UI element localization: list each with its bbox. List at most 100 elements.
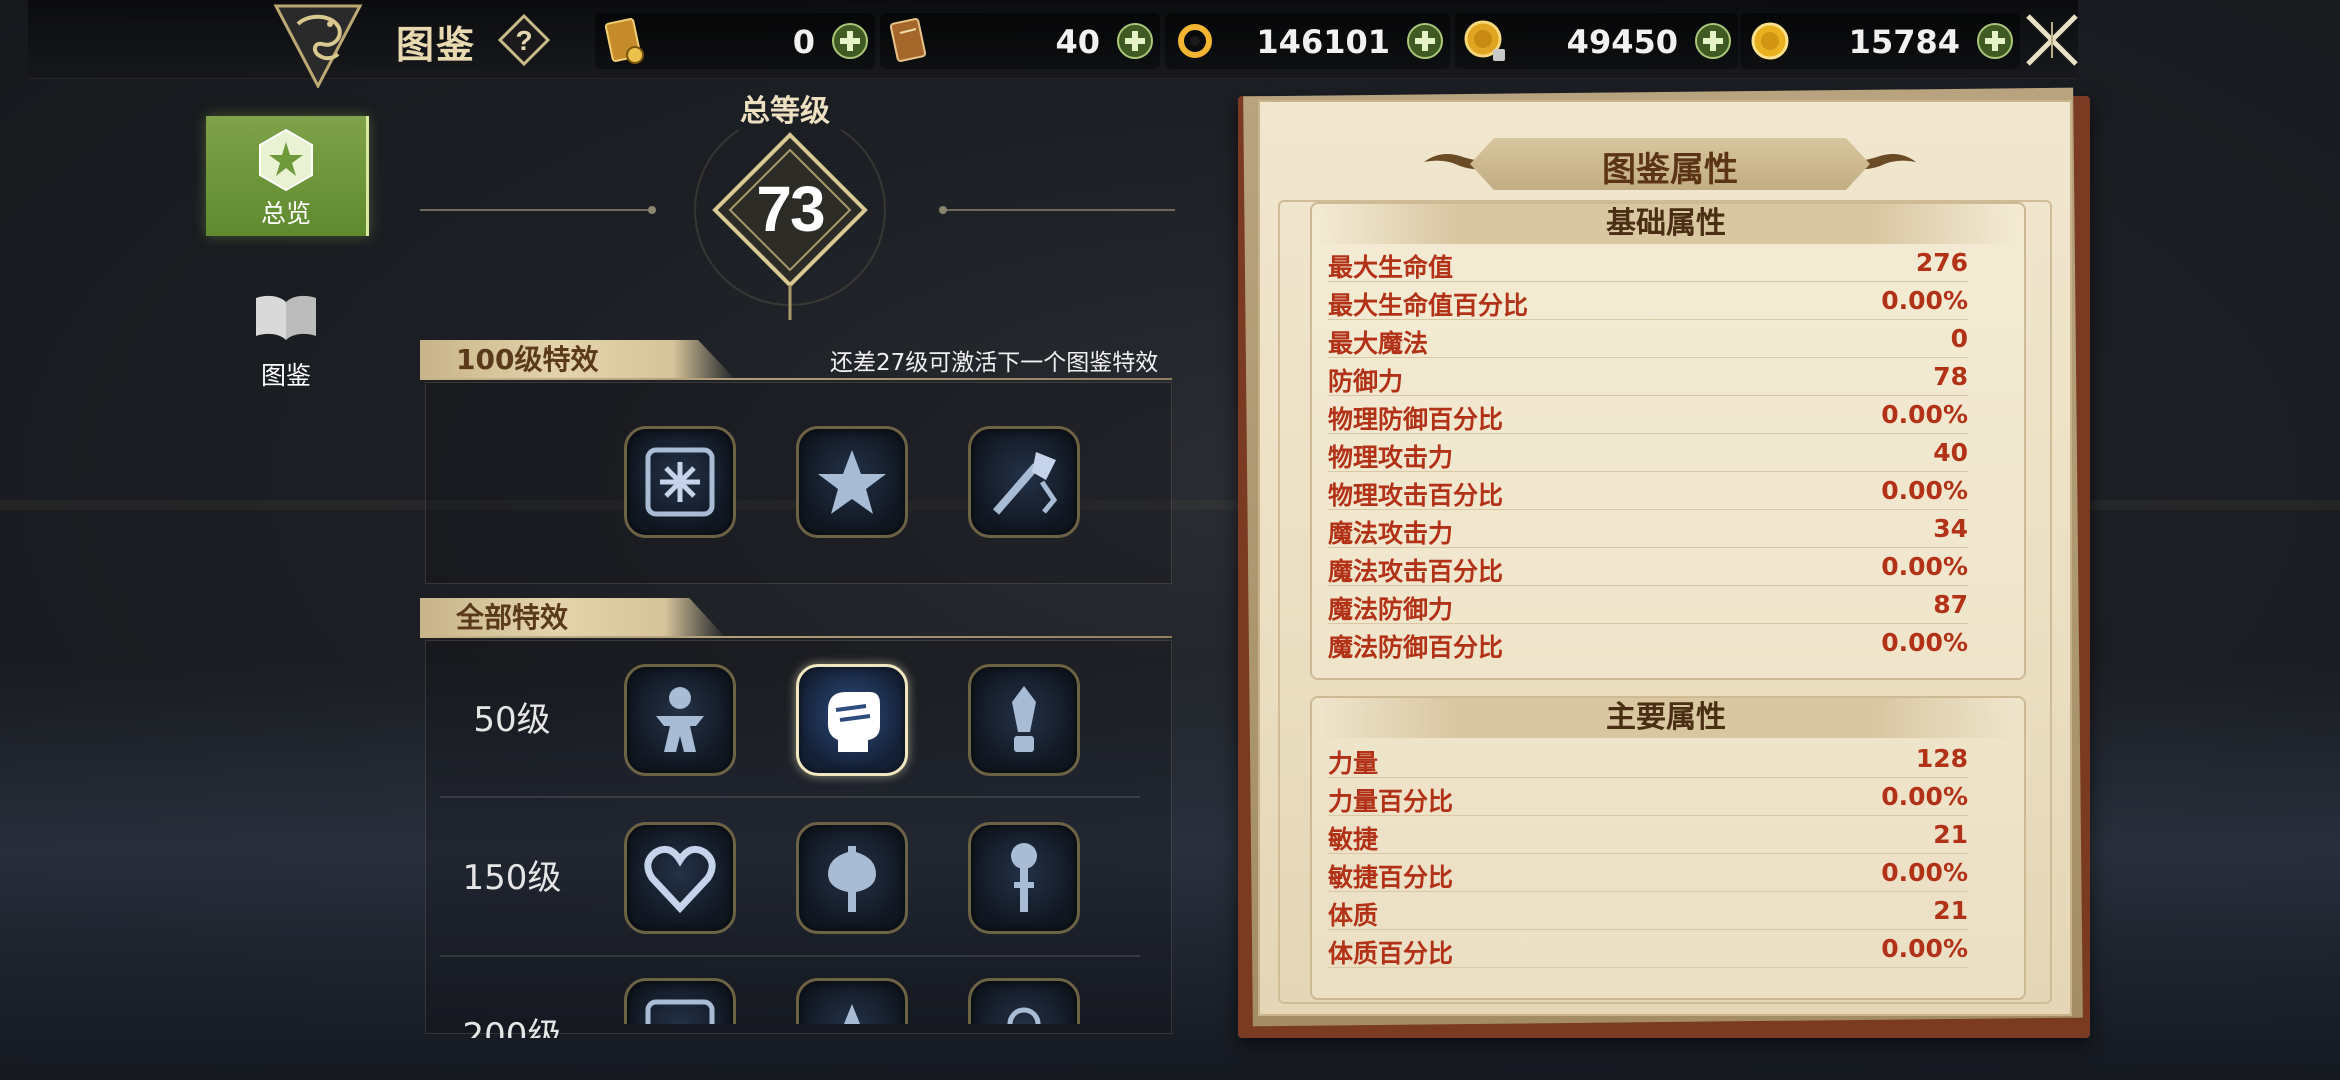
attribute-value: 21	[1933, 820, 1968, 849]
effect-slot-person[interactable]	[624, 664, 736, 776]
total-level-title: 总等级	[740, 94, 830, 129]
add-button[interactable]	[1694, 22, 1732, 60]
attribute-value: 0.00%	[1881, 858, 1968, 887]
attribute-row: 敏捷百分比 0.00%	[1328, 854, 1968, 892]
resource-bound-gold: 49450	[1455, 13, 1738, 69]
effect-slot-fist[interactable]	[796, 664, 908, 776]
page-title: 图鉴	[396, 23, 477, 67]
effect-slot-axe[interactable]	[796, 822, 908, 934]
gold-coin-icon	[1751, 22, 1789, 60]
attribute-row: 物理攻击百分比 0.00%	[1328, 472, 1968, 510]
attribute-value: 0.00%	[1881, 628, 1968, 657]
silver-ticket-icon	[889, 18, 927, 62]
add-button[interactable]	[1406, 22, 1444, 60]
attribute-row: 物理攻击力 40	[1328, 434, 1968, 472]
attribute-value: 276	[1915, 248, 1968, 277]
effect-slot-dagger[interactable]	[968, 664, 1080, 776]
add-button[interactable]	[1976, 22, 2014, 60]
all-effects-header: 全部特效	[420, 598, 726, 638]
person-icon	[656, 687, 704, 752]
resource-value: 49450	[1566, 23, 1678, 61]
row-divider	[440, 796, 1140, 798]
help-icon[interactable]: ?	[498, 14, 550, 66]
attributes-title: 图鉴属性	[1602, 150, 1738, 190]
add-button[interactable]	[831, 22, 869, 60]
nav-codex-tab[interactable]: 图鉴	[206, 286, 366, 396]
effect-slot-snowflake[interactable]	[624, 426, 736, 538]
heart-frame-icon	[645, 999, 715, 1024]
resource-value: 0	[792, 23, 815, 61]
attribute-row: 物理防御百分比 0.00%	[1328, 396, 1968, 434]
row-divider	[440, 955, 1140, 957]
attribute-name: 物理防御百分比	[1328, 405, 1504, 434]
effects-100-note: 还差27级可激活下一个图鉴特效	[830, 350, 1159, 376]
attribute-row: 魔法攻击力 34	[1328, 510, 1968, 548]
attribute-value: 128	[1915, 744, 1968, 773]
mace-icon	[1011, 843, 1037, 912]
resource-gold-coin: 15784	[1740, 13, 2020, 69]
attribute-row: 魔法防御力 87	[1328, 586, 1968, 624]
attribute-row: 魔法攻击百分比 0.00%	[1328, 548, 1968, 586]
nav-overview-label: 总览	[260, 199, 311, 228]
row-label-50: 50级	[473, 700, 551, 740]
effect-slot-orb[interactable]	[968, 978, 1080, 1024]
attribute-row: 敏捷 21	[1328, 816, 1968, 854]
attribute-row: 最大生命值 276	[1328, 244, 1968, 282]
ring-coin-icon	[1178, 24, 1212, 58]
nav-codex-label: 图鉴	[260, 361, 311, 390]
hexagon-star-icon	[259, 128, 313, 192]
resource-ring-coin: 146101	[1165, 13, 1450, 69]
effect-slot-heart-frame[interactable]	[624, 978, 736, 1024]
attribute-name: 力量百分比	[1328, 787, 1454, 816]
resource-value: 40	[1055, 23, 1100, 61]
attribute-name: 魔法防御力	[1328, 595, 1454, 624]
attribute-name: 最大魔法	[1328, 329, 1429, 358]
resource-silver-ticket: 40	[880, 13, 1160, 69]
total-level-value: 73	[756, 173, 825, 245]
effect-slot-star[interactable]	[796, 426, 908, 538]
resource-gold-ticket: 0	[595, 13, 875, 69]
snowflake-icon	[645, 447, 715, 517]
close-icon[interactable]	[2020, 8, 2084, 72]
dagger-icon	[1012, 686, 1036, 752]
attribute-row: 魔法防御百分比 0.00%	[1328, 624, 1968, 662]
nav-overview-tab[interactable]: 总览	[206, 116, 369, 236]
heart-icon	[644, 845, 716, 914]
effect-slot-heart[interactable]	[624, 822, 736, 934]
bound-gold-coin-icon	[1464, 20, 1505, 61]
attribute-row: 体质百分比 0.00%	[1328, 930, 1968, 968]
axe-icon	[828, 846, 876, 912]
attribute-row: 最大魔法 0	[1328, 320, 1968, 358]
attribute-value: 0.00%	[1881, 476, 1968, 505]
attribute-name: 体质	[1328, 901, 1379, 930]
attribute-value: 40	[1933, 438, 1968, 467]
attribute-value: 0.00%	[1881, 286, 1968, 315]
fist-icon	[828, 692, 880, 752]
basic-attributes-title: 基础属性	[1318, 204, 2014, 244]
svg-text:?: ?	[515, 25, 532, 56]
main-attributes-title: 主要属性	[1318, 698, 2014, 738]
attribute-row: 最大生命值百分比 0.00%	[1328, 282, 1968, 320]
attribute-name: 最大生命值百分比	[1328, 291, 1529, 320]
effect-slot-spear[interactable]	[968, 426, 1080, 538]
dragon-emblem-icon	[273, 4, 363, 88]
row-label-150: 150级	[462, 858, 562, 898]
attribute-name: 敏捷百分比	[1328, 863, 1454, 892]
attribute-row: 体质 21	[1328, 892, 1968, 930]
attribute-row: 力量百分比 0.00%	[1328, 778, 1968, 816]
attribute-value: 0.00%	[1881, 782, 1968, 811]
attribute-value: 21	[1933, 896, 1968, 925]
triangle-icon	[844, 1004, 860, 1024]
resource-value: 15784	[1848, 23, 1960, 61]
add-button[interactable]	[1116, 22, 1154, 60]
attribute-name: 物理攻击百分比	[1328, 481, 1504, 510]
star-icon	[818, 450, 886, 514]
effect-slot-triangle[interactable]	[796, 978, 908, 1024]
attribute-name: 物理攻击力	[1328, 443, 1454, 472]
attribute-name: 魔法防御百分比	[1328, 633, 1504, 662]
attribute-name: 魔法攻击力	[1328, 519, 1454, 548]
row-200-clip	[420, 978, 1180, 1024]
attribute-name: 防御力	[1328, 367, 1404, 396]
attribute-row: 力量 128	[1328, 740, 1968, 778]
effect-slot-mace[interactable]	[968, 822, 1080, 934]
